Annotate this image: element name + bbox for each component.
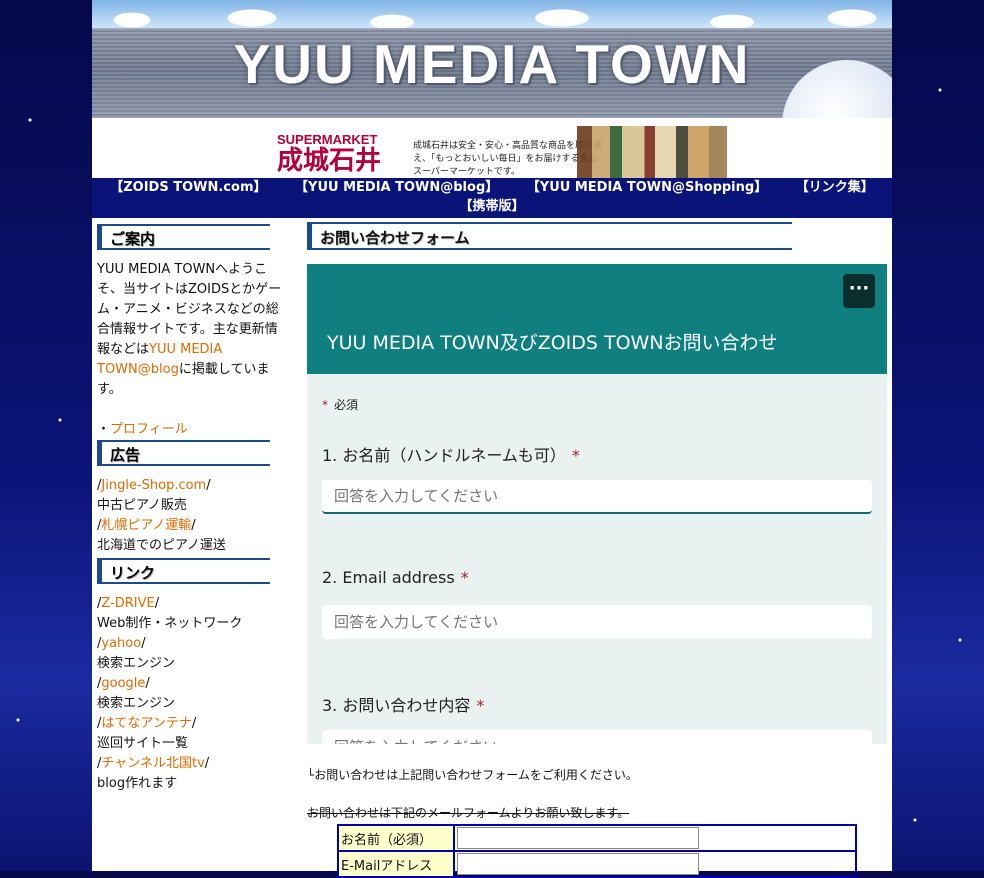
ad-logo: SUPERMARKET 成城石井 [277,132,407,178]
table-row: お名前（必須） [337,824,857,852]
question-2-text: 2. Email address [322,568,455,587]
slash: / [141,636,146,651]
embedded-form: ··· YUU MEDIA TOWN及びZOIDS TOWNお問い合わせ * 必須… [307,264,887,744]
site-banner: YUU MEDIA TOWN [92,0,892,118]
profile-bullet: ・ [97,422,111,437]
banner-clouds [92,0,892,28]
question-1-label: 1. お名前（ハンドルネームも可） * [322,442,580,466]
question-3-text: 3. お問い合わせ内容 [322,696,471,715]
link-desc: blog作れます [97,776,178,791]
ad-desc: 北海道でのピアノ運送 [97,538,226,553]
ads-list: /Jingle-Shop.com/ 中古ピアノ販売 /札幌ピアノ運輸/ 北海道で… [97,476,287,556]
nav-blog[interactable]: 【YUU MEDIA TOWN@blog】 [295,180,498,195]
link-google[interactable]: google [101,676,145,691]
slash: / [154,596,160,611]
question-3-label: 3. お問い合わせ内容 * [322,692,484,716]
ad-banner[interactable]: SUPERMARKET 成城石井 成城石井は安全・安心・高品質な商品を取り揃え、… [277,126,727,178]
contact-form-heading: お問い合わせフォーム [307,222,792,250]
ad-logo-name: 成城石井 [277,146,382,176]
slash: / [191,716,197,731]
name-answer-input[interactable] [322,480,872,514]
nav-mobile[interactable]: 【携帯版】 [459,199,524,214]
links-heading: リンク [97,558,270,584]
nav-zoids-town[interactable]: 【ZOIDS TOWN.com】 [110,180,266,195]
ad-logo-top: SUPERMARKET [277,132,378,147]
slash: / [191,518,196,533]
form-note: └お問い合わせは上記問い合わせフォームをご利用ください。 [307,768,638,782]
form-title: YUU MEDIA TOWN及びZOIDS TOWNお問い合わせ [327,332,778,354]
email-answer-input[interactable] [322,605,872,639]
inquiry-answer-input[interactable] [322,730,872,744]
link-z-drive[interactable]: Z-DRIVE [101,596,154,611]
link-yahoo[interactable]: yahoo [101,636,141,651]
required-note: * 必須 [322,396,358,413]
email-label: E-Mailアドレス [337,850,455,878]
link-hatena-antenna[interactable]: はてなアンテナ [101,716,191,731]
link-desc: 検索エンジン [97,696,176,711]
required-note-text: 必須 [334,398,359,412]
ad-text: 成城石井は安全・安心・高品質な商品を取り揃え、「もっとおいしい毎日」をお届けする… [413,141,603,177]
ads-heading: 広告 [97,440,270,466]
ad-product-image [577,126,727,178]
page-container: YUU MEDIA TOWN SUPERMARKET 成城石井 成城石井は安全・… [92,0,892,878]
form-header: ··· YUU MEDIA TOWN及びZOIDS TOWNお問い合わせ [307,264,887,374]
links-list: /Z-DRIVE/ Web制作・ネットワーク /yahoo/ 検索エンジン /g… [97,594,287,794]
mail-form-table: お名前（必須） E-Mailアドレス [337,824,857,878]
required-star: * [571,446,580,465]
link-channel-kitaguni-tv[interactable]: チャンネル北国tv [101,756,204,771]
mail-email-input[interactable] [457,853,699,875]
question-1-text: 1. お名前（ハンドルネームも可） [322,446,566,465]
table-row: E-Mailアドレス [337,850,857,878]
link-desc: Web制作・ネットワーク [97,616,243,631]
ad-link-sapporo-piano[interactable]: 札幌ピアノ運輸 [101,518,191,533]
nav-links[interactable]: 【リンク集】 [796,180,874,195]
required-star: * [460,568,469,587]
slash: / [204,756,210,771]
mail-form-note: お問い合わせは下記のメールフォームよりお願い致します。 [307,806,630,820]
ad-desc: 中古ピアノ販売 [97,498,187,513]
guide-text: YUU MEDIA TOWNへようこそ、当サイトはZOIDSとかゲーム・アニメ・… [97,260,287,440]
profile-link[interactable]: プロフィール [110,422,188,437]
link-desc: 巡回サイト一覧 [97,736,189,751]
more-options-button[interactable]: ··· [843,274,875,308]
name-label: お名前（必須） [337,824,455,852]
slash: / [145,676,150,691]
sidebar: ご案内 YUU MEDIA TOWNへようこそ、当サイトはZOIDSとかゲーム・… [97,224,281,794]
required-star: * [476,696,485,715]
ad-link-jingle-shop[interactable]: Jingle-Shop.com [101,478,206,493]
mail-name-input[interactable] [457,827,699,849]
required-star: * [322,398,328,412]
name-cell [453,824,857,852]
link-desc: 検索エンジン [97,656,176,671]
nav-shopping[interactable]: 【YUU MEDIA TOWN@Shopping】 [527,180,767,195]
email-cell [453,850,857,878]
site-title: YUU MEDIA TOWN [233,33,751,95]
guide-heading: ご案内 [97,224,270,250]
main-content: お問い合わせフォーム ··· YUU MEDIA TOWN及びZOIDS TOW… [307,222,887,744]
main-nav: 【ZOIDS TOWN.com】 【YUU MEDIA TOWN@blog】 【… [92,178,892,218]
slash: / [206,478,211,493]
question-2-label: 2. Email address * [322,568,469,587]
